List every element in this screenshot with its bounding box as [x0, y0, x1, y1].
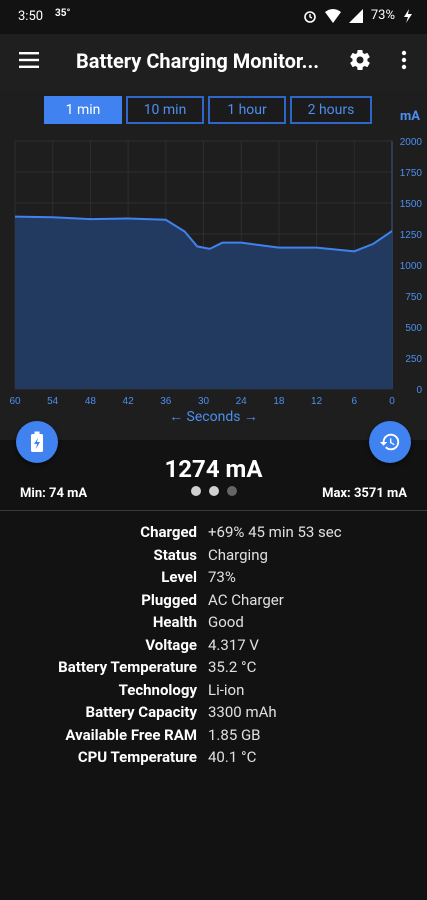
info-label: Voltage: [145, 635, 197, 654]
signal-icon: [348, 8, 363, 23]
info-value: Li-ion: [208, 680, 245, 699]
y-tick-label: 2000: [400, 137, 423, 148]
info-label: Charged: [140, 523, 197, 542]
y-tick-label: 0: [416, 385, 422, 396]
info-row-cpu-temperature: CPU Temperature 40.1 °C: [0, 746, 427, 769]
info-row-voltage: Voltage 4.317 V: [0, 634, 427, 657]
battery-percent: 73%: [370, 8, 395, 23]
current-chart: 02505007501000125015001750200060 54 48 42 36…: [9, 137, 423, 407]
x-tick-label: 48: [85, 396, 97, 407]
app-title: Battery Charging Monitor...: [76, 49, 320, 73]
info-value: 3300 mAh: [208, 703, 277, 722]
x-tick-label: 24: [236, 396, 248, 407]
x-tick-label: 30: [198, 396, 210, 407]
y-tick-label: 1250: [400, 230, 423, 241]
y-tick-label: 1750: [400, 168, 423, 179]
y-tick-label: 1000: [400, 261, 423, 272]
info-value: +69% 45 min 53 sec: [208, 523, 342, 542]
info-value: 1.85 GB: [208, 725, 261, 744]
x-tick-label: 36: [160, 396, 172, 407]
wifi-icon: [324, 8, 341, 23]
history-icon: [379, 433, 400, 451]
graph-panel: 1 min 10 min 1 hour 2 hours mA 0 250 500 75…: [0, 90, 427, 440]
info-value: AC Charger: [208, 590, 284, 609]
info-row-battery-temperature: Battery Temperature 35.2 °C: [0, 656, 427, 679]
min-value: Min: 74 mA: [20, 486, 88, 501]
status-temp: 35°: [55, 8, 71, 19]
alarm-icon: [304, 10, 316, 23]
info-label: Battery Capacity: [85, 703, 197, 722]
x-tick-label: 54: [47, 396, 59, 407]
info-value: 73%: [208, 568, 236, 587]
menu-icon[interactable]: [18, 49, 40, 71]
page-dot-1[interactable]: [191, 486, 201, 496]
info-value: 4.317 V: [208, 635, 259, 654]
info-label: Level: [161, 568, 197, 587]
info-label: Available Free RAM: [65, 725, 197, 744]
info-row-level: Level 73%: [0, 566, 427, 589]
current-value: 1274 mA: [164, 455, 263, 483]
more-options-icon[interactable]: [398, 49, 410, 71]
info-row-plugged: Plugged AC Charger: [0, 589, 427, 612]
tab-1-hour[interactable]: 1 hour: [208, 96, 286, 124]
page-dot-3[interactable]: [227, 486, 237, 496]
x-tick-label: 6: [352, 396, 358, 407]
info-row-charged: Charged +69% 45 min 53 sec: [0, 521, 427, 544]
tab-10-min[interactable]: 10 min: [126, 96, 204, 124]
info-label: Plugged: [141, 590, 197, 609]
info-row-battery-capacity: Battery Capacity 3300 mAh: [0, 701, 427, 724]
x-tick-label: 0: [389, 396, 395, 407]
info-label: Battery Temperature: [58, 658, 197, 677]
y-tick-label: 750: [405, 292, 422, 303]
info-value: 40.1 °C: [208, 748, 257, 767]
x-tick-label: 18: [273, 396, 285, 407]
info-label: Status: [153, 545, 197, 564]
page-dot-2[interactable]: [209, 486, 219, 496]
info-row-health: Health Good: [0, 611, 427, 634]
info-row-free-ram: Available Free RAM 1.85 GB: [0, 724, 427, 747]
gear-icon[interactable]: [348, 48, 372, 72]
status-time: 3:50: [18, 9, 44, 24]
tab-2-hours[interactable]: 2 hours: [290, 96, 372, 124]
x-axis-label: ← Seconds →: [169, 409, 258, 425]
page-indicator: [191, 486, 237, 496]
x-tick-label: 42: [123, 396, 135, 407]
info-value: 35.2 °C: [208, 658, 257, 677]
x-tick-label: 60: [9, 396, 21, 407]
max-value: Max: 3571 mA: [322, 486, 407, 501]
status-bar: 3:50 35° 73%: [0, 0, 427, 34]
info-label: CPU Temperature: [77, 748, 197, 767]
info-label: Health: [152, 613, 197, 632]
info-label: Technology: [118, 680, 197, 699]
battery-info-list: Charged +69% 45 min 53 sec Status Charging…: [0, 521, 427, 769]
y-axis-unit: mA: [400, 109, 420, 124]
tab-1-min[interactable]: 1 min: [44, 96, 122, 124]
y-tick-label: 250: [405, 354, 422, 365]
y-tick-label: 1500: [400, 199, 423, 210]
battery-charging-icon: [31, 431, 43, 452]
info-row-technology: Technology Li-ion: [0, 679, 427, 702]
divider: [0, 510, 427, 511]
x-tick-label: 12: [311, 396, 323, 407]
y-tick-label: 500: [405, 323, 422, 334]
info-value: Charging: [208, 545, 268, 564]
info-value: Good: [208, 613, 244, 632]
info-row-status: Status Charging: [0, 544, 427, 567]
time-range-tabs: 1 min 10 min 1 hour 2 hours: [44, 96, 372, 124]
app-bar: Battery Charging Monitor...: [0, 34, 427, 90]
charging-icon: [404, 8, 412, 23]
